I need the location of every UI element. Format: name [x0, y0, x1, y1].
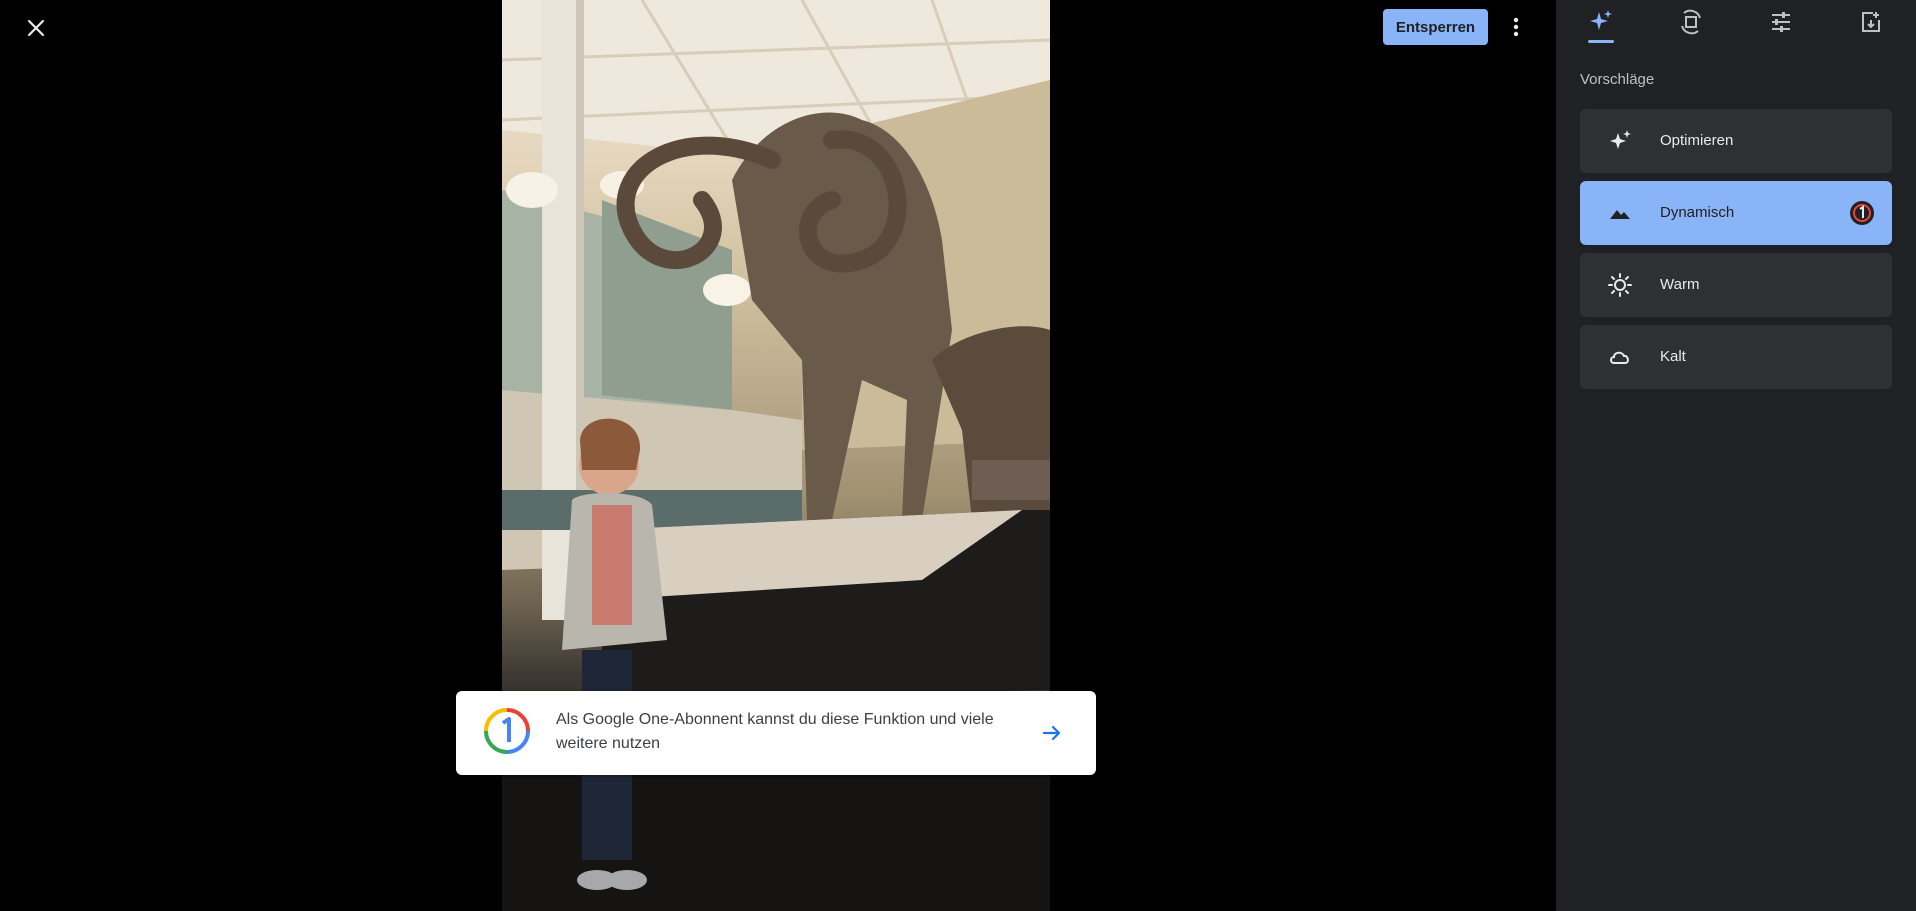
close-icon — [27, 19, 45, 37]
crop-rotate-icon — [1681, 9, 1701, 35]
suggestion-warm[interactable]: Warm — [1580, 253, 1892, 317]
suggestion-dynamisch[interactable]: Dynamisch — [1580, 181, 1892, 245]
tab-suggestions[interactable] — [1579, 4, 1623, 40]
close-button[interactable] — [20, 12, 52, 44]
cloud-icon — [1608, 345, 1632, 369]
suggestion-kalt[interactable]: Kalt — [1580, 325, 1892, 389]
more-vert-icon — [1513, 17, 1519, 37]
edit-tabs — [1556, 0, 1916, 46]
suggestion-label: Warm — [1660, 276, 1700, 293]
sun-icon — [1608, 273, 1632, 297]
landscape-icon — [1608, 201, 1632, 225]
tab-export[interactable] — [1849, 4, 1893, 40]
unlock-button[interactable]: Entsperren — [1383, 9, 1488, 45]
suggestion-label: Kalt — [1660, 348, 1686, 365]
sparkle-icon — [1590, 10, 1612, 30]
export-icon — [1862, 12, 1880, 32]
promo-text: Als Google One-Abonnent kannst du diese … — [556, 711, 994, 752]
suggestion-label: Optimieren — [1660, 132, 1734, 149]
edit-panel: Vorschläge Optimieren Dynamisch Warm Kal… — [1556, 0, 1916, 911]
tab-crop-rotate[interactable] — [1669, 4, 1713, 40]
google-one-badge-icon — [1850, 201, 1874, 225]
google-one-promo[interactable]: Als Google One-Abonnent kannst du diese … — [456, 691, 1096, 775]
arrow-right-icon — [1042, 725, 1061, 741]
sliders-icon — [1772, 12, 1790, 32]
more-options-button[interactable] — [1500, 10, 1532, 44]
promo-arrow-button[interactable] — [1036, 717, 1068, 749]
google-one-logo-icon — [484, 708, 530, 754]
suggestion-label: Dynamisch — [1660, 204, 1735, 221]
tab-adjust[interactable] — [1759, 4, 1803, 40]
sparkle-icon — [1608, 129, 1632, 153]
suggestion-optimieren[interactable]: Optimieren — [1580, 109, 1892, 173]
active-tab-indicator — [1588, 40, 1614, 43]
section-title: Vorschläge — [1580, 71, 1655, 88]
